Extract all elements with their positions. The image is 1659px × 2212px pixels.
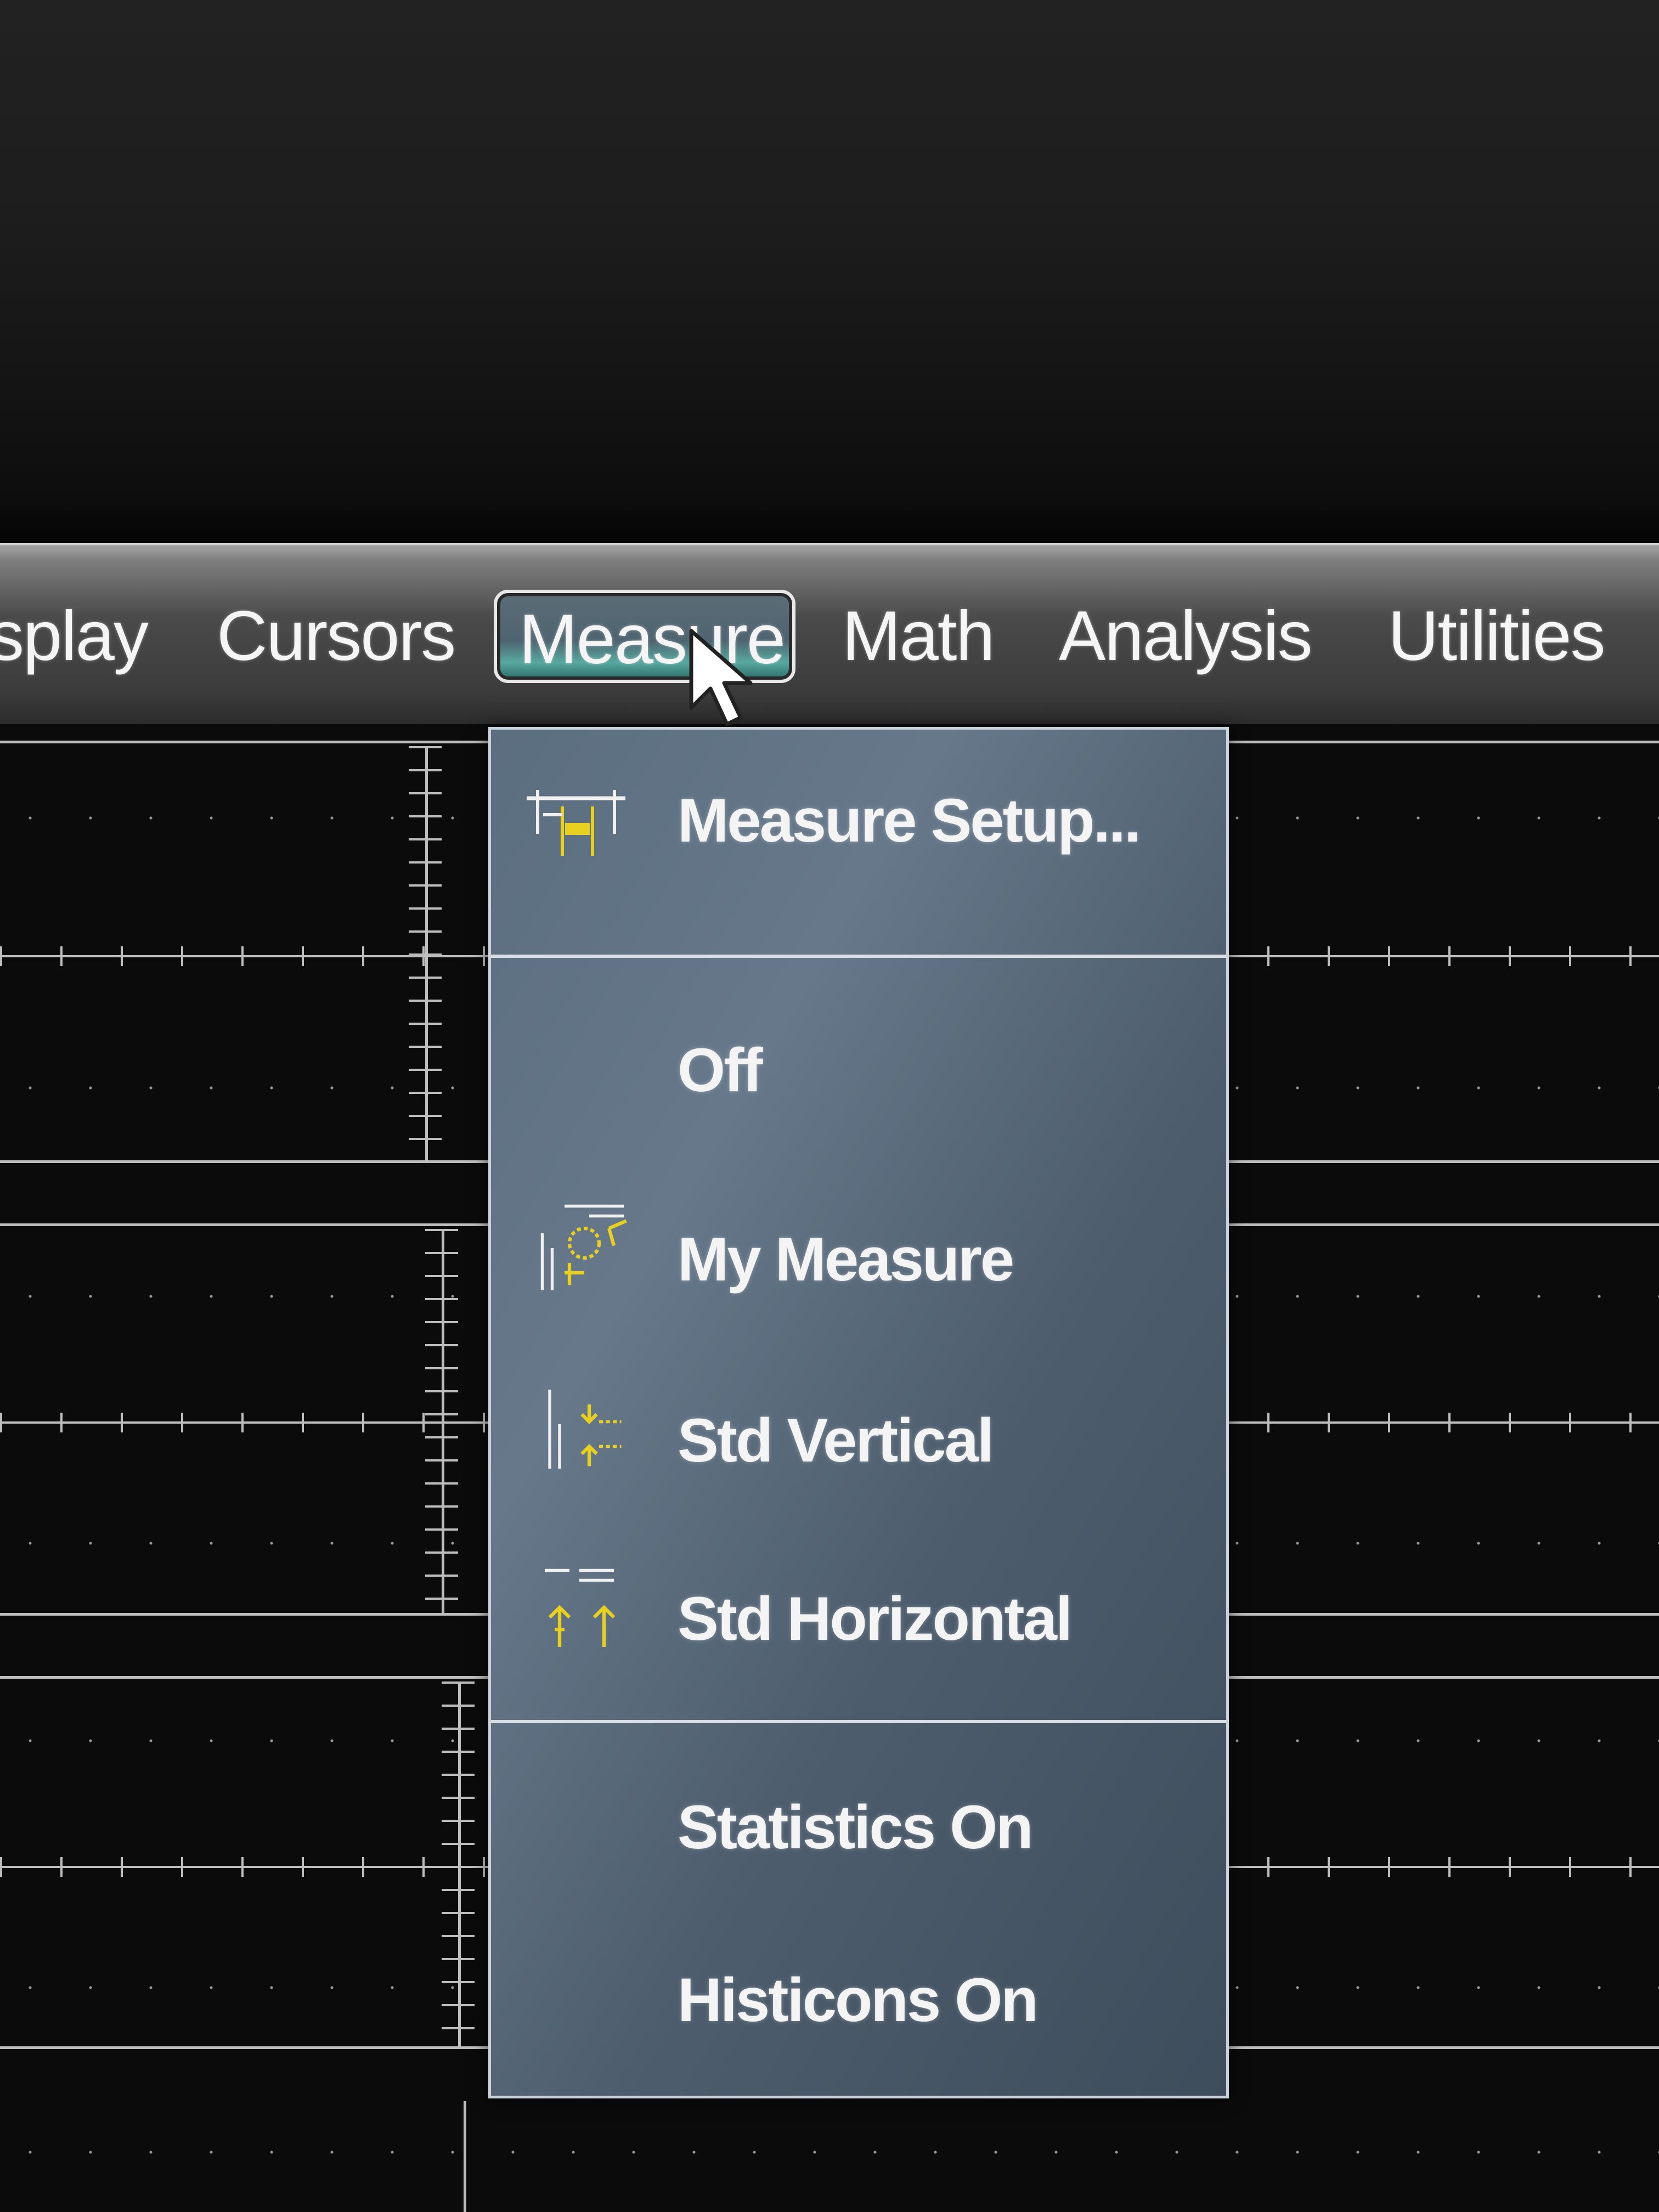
menu-item-measure-setup[interactable]: Measure Setup... — [491, 765, 1226, 875]
menu-cursors[interactable]: Cursors — [217, 590, 456, 683]
statistics-on-label: Statistics On — [678, 1792, 1034, 1861]
grid-vertical-ticks — [425, 1229, 458, 1613]
grid-vertical-ticks — [409, 746, 442, 1160]
off-label: Off — [678, 1035, 763, 1104]
std-vertical-icon — [548, 1390, 622, 1469]
menu-item-statistics-on[interactable]: Statistics On — [491, 1772, 1226, 1882]
menu-analysis[interactable]: Analysis — [1059, 590, 1313, 683]
grid-vertical-ticks — [442, 1681, 475, 2046]
histicons-on-label: Histicons On — [678, 1965, 1039, 2034]
std-horizontal-label: Std Horizontal — [678, 1584, 1073, 1653]
menu-item-std-horizontal[interactable]: Std Horizontal — [491, 1564, 1226, 1673]
menu-item-my-measure[interactable]: My Measure — [491, 1204, 1226, 1314]
bezel-edge — [0, 510, 1659, 543]
measure-setup-icon — [527, 790, 625, 856]
menu-separator — [491, 955, 1226, 958]
menu-item-std-vertical[interactable]: Std Vertical — [491, 1385, 1226, 1495]
measure-setup-label: Measure Setup... — [678, 786, 1141, 855]
menu-separator — [491, 1720, 1226, 1723]
menu-item-histicons-on[interactable]: Histicons On — [491, 1945, 1226, 2055]
std-vertical-label: Std Vertical — [678, 1406, 994, 1475]
menu-math[interactable]: Math — [842, 590, 995, 683]
grid-dots — [0, 2151, 1659, 2154]
my-measure-label: My Measure — [678, 1224, 1014, 1294]
menu-item-off[interactable]: Off — [491, 1015, 1226, 1125]
scope-bezel — [0, 0, 1659, 543]
menu-display[interactable]: splay — [0, 590, 149, 683]
measure-dropdown-menu: Measure Setup... Off My Measure Std Vert… — [488, 727, 1229, 2098]
my-measure-icon — [540, 1204, 627, 1290]
menu-utilities[interactable]: Utilities — [1388, 590, 1605, 683]
std-horizontal-icon — [545, 1568, 616, 1647]
grid-vertical-axis — [464, 2101, 466, 2212]
mouse-pointer-icon — [689, 629, 753, 726]
